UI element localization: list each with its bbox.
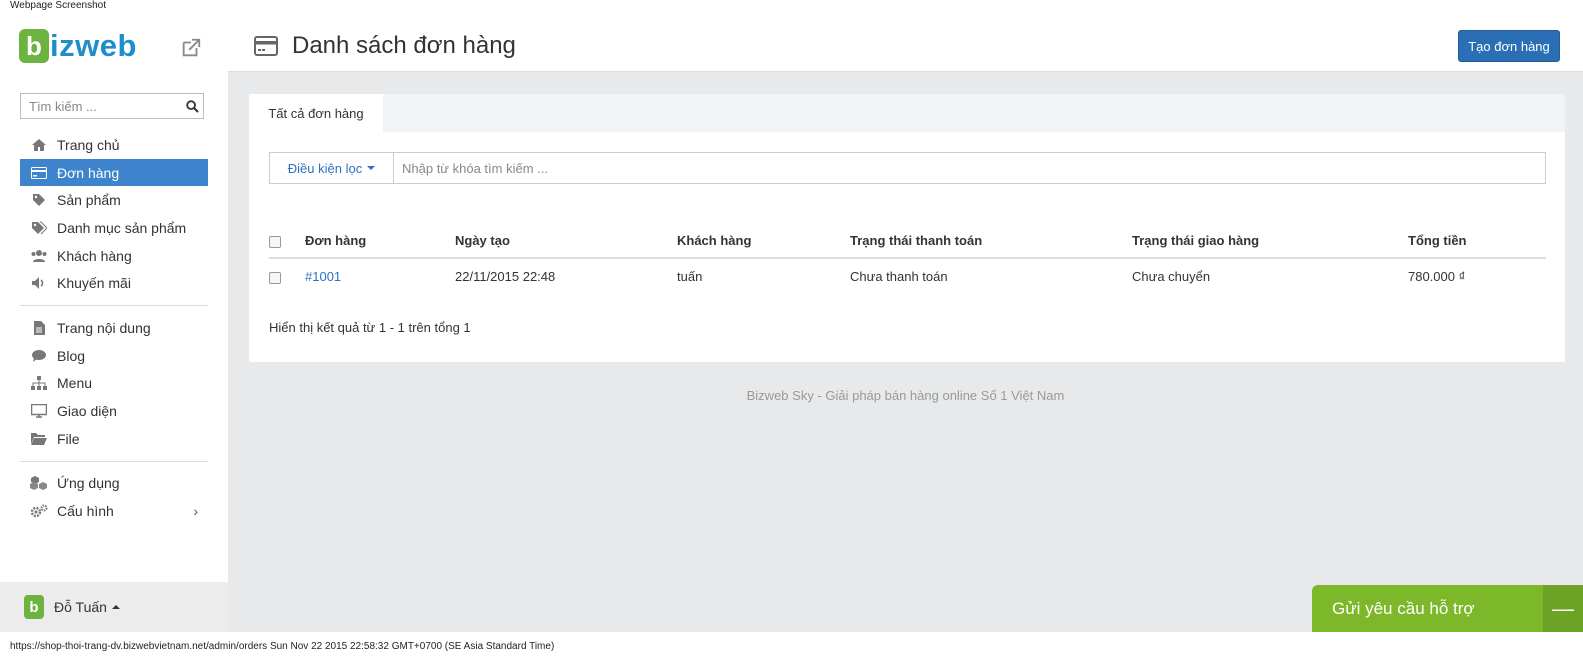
sidebar-divider (20, 305, 208, 307)
volume-icon (30, 275, 48, 291)
sidebar-item-label: Trang nội dung (57, 319, 151, 336)
sidebar-item-products[interactable]: Sản phẩm (20, 186, 208, 214)
sidebar-item-label: File (57, 430, 80, 447)
screenshot-caption: Webpage Screenshot (10, 0, 106, 11)
sidebar-search-input[interactable] (21, 94, 181, 118)
sidebar-item-pages[interactable]: Trang nội dung (20, 314, 208, 342)
sidebar-item-label: Khuyến mãi (57, 275, 131, 292)
tab-bar: Tất cả đơn hàng (249, 94, 1565, 132)
sidebar-item-orders[interactable]: Đơn hàng (20, 158, 208, 187)
column-header[interactable]: Trạng thái thanh toán (850, 224, 1132, 259)
home-icon (30, 137, 48, 153)
sidebar-item-theme[interactable]: Giao diện (20, 397, 208, 425)
row-select-cell (269, 258, 305, 294)
column-header[interactable]: Ngày tạo (455, 224, 677, 259)
avatar: b (24, 595, 44, 619)
sidebar-item-categories[interactable]: Danh mục sản phẩm (20, 214, 208, 242)
sidebar-item-label: Đơn hàng (57, 164, 120, 181)
minimize-button[interactable]: — (1543, 585, 1583, 632)
sidebar-item-settings[interactable]: Cấu hình › (20, 497, 208, 525)
footer-tagline: Bizweb Sky - Giải pháp bán hàng online S… (746, 388, 1065, 403)
caret-up-icon (111, 605, 120, 609)
sidebar-item-promotions[interactable]: Khuyến mãi (20, 269, 208, 297)
shipping-status-cell: Chưa chuyển (1132, 269, 1211, 284)
sidebar-item-label: Danh mục sản phẩm (57, 219, 187, 236)
sidebar-item-label: Khách hàng (57, 247, 132, 264)
table-header-row: Đơn hàng Ngày tạo Khách hàng Trạng thái … (269, 224, 1546, 259)
order-search-input[interactable] (394, 153, 1545, 183)
sidebar-item-label: Sản phẩm (57, 192, 121, 209)
logo-mark: b (19, 29, 49, 63)
sidebar-item-label: Giao diện (57, 403, 117, 420)
total-cell: 780.000 ₫ (1408, 269, 1466, 284)
folder-open-icon (30, 431, 48, 447)
filter-conditions-label: Điều kiện lọc (287, 160, 363, 176)
tab-all-orders[interactable]: Tất cả đơn hàng (249, 94, 383, 132)
bizweb-logo[interactable]: b izweb (19, 28, 137, 64)
order-link[interactable]: #1001 (305, 269, 341, 284)
column-header[interactable]: Tổng tiền (1408, 224, 1546, 259)
sidebar-item-label: Cấu hình (57, 503, 114, 520)
chevron-right-icon: › (193, 503, 198, 520)
sidebar-item-label: Blog (57, 347, 86, 364)
filter-bar: Điều kiện lọc (269, 152, 1546, 184)
support-widget[interactable]: Gửi yêu cầu hỗ trợ — (1312, 585, 1583, 632)
sidebar-item-menu[interactable]: Menu (20, 370, 208, 398)
external-link-icon[interactable] (180, 37, 202, 59)
column-header[interactable]: Trạng thái giao hàng (1132, 224, 1408, 259)
search-icon[interactable] (181, 99, 203, 113)
logo-text: izweb (50, 28, 137, 63)
order-id-cell: #1001 (305, 258, 455, 294)
sidebar-search (20, 93, 204, 119)
customer-cell: tuấn (677, 269, 703, 284)
tags-icon (30, 220, 48, 236)
support-label: Gửi yêu cầu hỗ trợ (1332, 598, 1475, 618)
sidebar-nav: Trang chủ Đơn hàng Sản phẩm Danh mục sản… (20, 131, 208, 525)
credit-card-icon (30, 165, 48, 181)
desktop-icon (30, 403, 48, 419)
user-name: Đỗ Tuấn (54, 599, 107, 615)
cogs-icon (30, 503, 48, 519)
main-content: Tất cả đơn hàng Điều kiện lọc Đơn hàng N… (228, 72, 1583, 632)
column-header[interactable]: Đơn hàng (305, 224, 455, 259)
orders-card: Tất cả đơn hàng Điều kiện lọc Đơn hàng N… (249, 94, 1565, 362)
sidebar-item-home[interactable]: Trang chủ (20, 131, 208, 159)
sidebar-item-label: Ứng dụng (57, 475, 120, 492)
users-icon (30, 248, 48, 264)
select-all-cell (269, 224, 305, 259)
sidebar: b izweb Trang chủ Đơn hàng Sản phẩm Danh… (0, 12, 228, 632)
caret-down-icon (367, 166, 376, 170)
row-checkbox[interactable] (269, 271, 281, 284)
page-header: Danh sách đơn hàng Tạo đơn hàng (228, 12, 1583, 72)
create-order-button[interactable]: Tạo đơn hàng (1458, 30, 1560, 62)
sidebar-item-file[interactable]: File (20, 425, 208, 453)
file-icon (30, 320, 48, 336)
sidebar-item-apps[interactable]: Ứng dụng (20, 470, 208, 498)
user-menu[interactable]: b Đỗ Tuấn (0, 582, 228, 632)
table-row: #1001 22/11/2015 22:48 tuấn Chưa thanh t… (269, 258, 1546, 294)
pagination-summary: Hiển thị kết quả từ 1 - 1 trên tổng 1 (269, 320, 471, 335)
sidebar-item-customers[interactable]: Khách hàng (20, 242, 208, 270)
created-date-cell: 22/11/2015 22:48 (455, 269, 556, 284)
cubes-icon (30, 475, 48, 491)
sidebar-item-label: Trang chủ (57, 136, 120, 153)
credit-card-icon (254, 36, 278, 56)
payment-status-cell: Chưa thanh toán (850, 269, 948, 284)
sidebar-divider (20, 460, 208, 462)
tag-icon (30, 192, 48, 208)
sitemap-icon (30, 375, 48, 391)
page-url-caption: https://shop-thoi-trang-dv.bizwebvietnam… (10, 641, 555, 652)
column-header[interactable]: Khách hàng (677, 224, 850, 259)
page-title: Danh sách đơn hàng (292, 32, 516, 59)
filter-conditions-button[interactable]: Điều kiện lọc (270, 153, 394, 183)
select-all-checkbox[interactable] (269, 235, 281, 248)
orders-table: Đơn hàng Ngày tạo Khách hàng Trạng thái … (269, 224, 1546, 294)
sidebar-item-label: Menu (57, 375, 93, 392)
comment-icon (30, 348, 48, 364)
sidebar-item-blog[interactable]: Blog (20, 342, 208, 370)
